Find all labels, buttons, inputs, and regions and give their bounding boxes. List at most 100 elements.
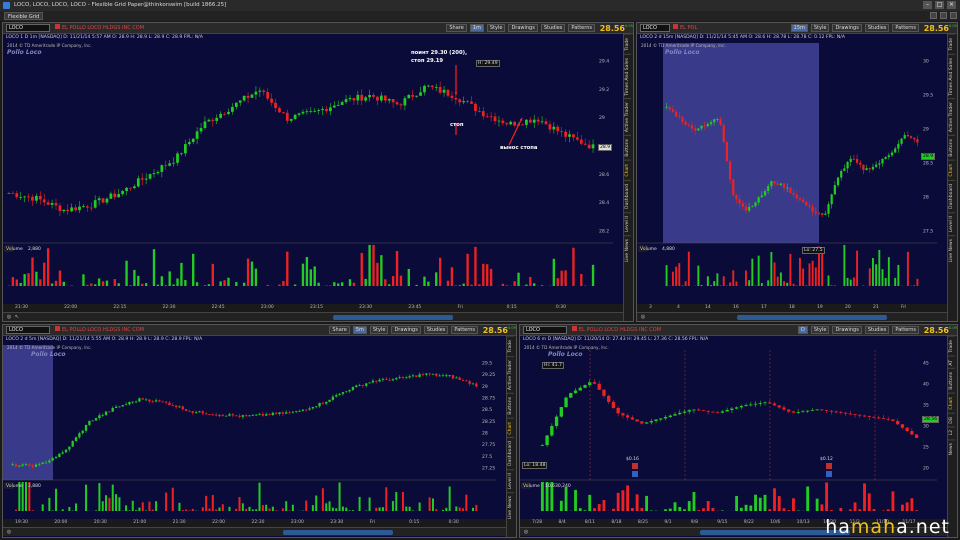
aggregation-selector[interactable]: D bbox=[798, 326, 808, 334]
minimize-button[interactable]: – bbox=[923, 1, 932, 9]
volume-bar bbox=[265, 504, 268, 511]
zoom-icon[interactable]: ◎ bbox=[523, 529, 529, 535]
volume-bar bbox=[777, 496, 781, 511]
candle bbox=[168, 163, 172, 166]
side-tab-active-trader[interactable]: Active Trader bbox=[948, 98, 955, 136]
close-button[interactable]: × bbox=[947, 1, 956, 9]
side-tab-trade[interactable]: Trade bbox=[948, 336, 955, 356]
price-chart[interactable]: 45 40 35 30 25 20 Volume 10,630,240 $0.16 $0.12 bbox=[520, 345, 937, 513]
candle bbox=[308, 408, 311, 410]
symbol-input[interactable]: LOCO bbox=[523, 326, 567, 334]
patterns-button[interactable]: Patterns bbox=[451, 326, 478, 334]
side-tab-level-ii[interactable]: Level II bbox=[507, 469, 514, 493]
flexible-grid-button[interactable]: Flexible Grid bbox=[4, 12, 44, 20]
chart-scrollbar[interactable]: ◎ ↖ bbox=[3, 312, 623, 321]
symbol-input[interactable]: LOCO bbox=[640, 24, 670, 32]
candle bbox=[64, 449, 68, 453]
scroll-thumb[interactable] bbox=[737, 315, 887, 320]
settings-icon[interactable] bbox=[940, 12, 947, 19]
share-button[interactable]: Share bbox=[329, 326, 350, 334]
side-tab-db[interactable]: DB bbox=[948, 412, 955, 427]
drawings-button[interactable]: Drawings bbox=[391, 326, 421, 334]
side-tab-trade[interactable]: Trade bbox=[507, 336, 514, 356]
volume-bar bbox=[779, 272, 782, 286]
candle bbox=[821, 213, 824, 215]
side-tab-buttons[interactable]: Buttons bbox=[948, 368, 955, 393]
side-tab-live-news[interactable]: Live News bbox=[507, 492, 514, 523]
side-tab-times-and-sales[interactable]: Times And Sales bbox=[948, 53, 955, 99]
patterns-button[interactable]: Patterns bbox=[892, 326, 919, 334]
patterns-button[interactable]: Patterns bbox=[568, 24, 595, 32]
side-tab-times-and-sales[interactable]: Times And Sales bbox=[624, 53, 631, 99]
side-tab-live-news[interactable]: Live News bbox=[948, 235, 955, 266]
volume-bar bbox=[286, 251, 289, 286]
side-tab-active-trader[interactable]: Active Trader bbox=[624, 98, 631, 136]
drawings-button[interactable]: Drawings bbox=[832, 326, 862, 334]
zoom-icon[interactable]: ◎ bbox=[640, 314, 646, 320]
volume-bar bbox=[415, 284, 418, 286]
volume-bar bbox=[192, 253, 195, 286]
y-tick-label: 28.25 bbox=[482, 419, 495, 425]
patterns-button[interactable]: Patterns bbox=[892, 24, 919, 32]
cursor-icon[interactable]: ↖ bbox=[14, 314, 20, 320]
side-tab-level-ii[interactable]: Level II bbox=[624, 211, 631, 236]
chart-scrollbar[interactable]: ◎ bbox=[637, 312, 947, 321]
side-tab-chart[interactable]: Chart bbox=[948, 392, 955, 413]
candle bbox=[288, 412, 291, 414]
volume-bar bbox=[238, 497, 241, 511]
scroll-thumb[interactable] bbox=[333, 315, 453, 320]
side-tab-dashboard[interactable]: Dashboard bbox=[948, 179, 955, 212]
volume-bar bbox=[552, 258, 556, 286]
drawings-button[interactable]: Drawings bbox=[832, 24, 862, 32]
side-tab-news[interactable]: News bbox=[948, 438, 955, 459]
side-tab-trade[interactable]: Trade bbox=[948, 34, 955, 54]
maximize-button[interactable]: □ bbox=[935, 1, 944, 9]
volume-bar bbox=[328, 501, 331, 511]
style-button[interactable]: Style bbox=[369, 326, 389, 334]
price-chart[interactable]: 30 29.5 29 28.5 28 27.5 Volume 4,880 bbox=[637, 43, 937, 288]
side-tab-buttons[interactable]: Buttons bbox=[948, 135, 955, 161]
side-tab-active-trader[interactable]: Active Trader bbox=[507, 355, 514, 393]
side-tab-buttons[interactable]: Buttons bbox=[624, 135, 631, 161]
style-button[interactable]: Style bbox=[810, 326, 830, 334]
symbol-input[interactable]: LOCO bbox=[6, 24, 50, 32]
style-button[interactable]: Style bbox=[486, 24, 506, 32]
zoom-icon[interactable]: ◎ bbox=[6, 314, 12, 320]
symbol-input[interactable]: LOCO bbox=[6, 326, 50, 334]
price-chart[interactable]: 29.429.22928.828.628.428.2Volume2,880 bbox=[3, 43, 613, 288]
style-button[interactable]: Style bbox=[810, 24, 830, 32]
side-tab-chart[interactable]: Chart bbox=[948, 160, 955, 180]
candle bbox=[261, 413, 265, 416]
candle bbox=[108, 411, 111, 413]
side-tab-buttons[interactable]: Buttons bbox=[507, 392, 514, 418]
side-tab-at[interactable]: AT bbox=[948, 355, 955, 369]
price-chart[interactable]: 29.5 29.25 29 28.75 28.5 28.25 28 27.75 27.5 27.2… bbox=[3, 345, 496, 513]
aggregation-selector[interactable]: 5m bbox=[352, 326, 367, 334]
volume-bar bbox=[700, 284, 703, 286]
volume-bar bbox=[897, 264, 900, 286]
volume-value: 2,880 bbox=[28, 246, 41, 252]
studies-button[interactable]: Studies bbox=[864, 326, 890, 334]
layout-icon[interactable] bbox=[930, 12, 937, 19]
side-tab-dashboard[interactable]: Dashboard bbox=[624, 179, 631, 212]
side-tab-dashboard[interactable]: Dashboard bbox=[507, 437, 514, 470]
studies-button[interactable]: Studies bbox=[423, 326, 449, 334]
volume-bar bbox=[152, 249, 156, 286]
scroll-thumb[interactable] bbox=[283, 530, 393, 535]
side-tab-level-ii[interactable]: Level II bbox=[948, 211, 955, 236]
aggregation-selector[interactable]: 1m bbox=[469, 24, 484, 32]
share-button[interactable]: Share bbox=[446, 24, 467, 32]
side-tab-l2[interactable]: L2 bbox=[948, 426, 955, 439]
side-tab-live-news[interactable]: Live News bbox=[624, 235, 631, 266]
studies-button[interactable]: Studies bbox=[540, 24, 566, 32]
side-tab-chart[interactable]: Chart bbox=[507, 417, 514, 438]
link-icon[interactable] bbox=[950, 12, 957, 19]
side-tab-chart[interactable]: Chart bbox=[624, 160, 631, 180]
chart-scrollbar[interactable]: ◎ bbox=[3, 527, 506, 536]
drawings-button[interactable]: Drawings bbox=[508, 24, 538, 32]
aggregation-selector[interactable]: 15m bbox=[790, 24, 808, 32]
volume-bar bbox=[814, 267, 817, 286]
studies-button[interactable]: Studies bbox=[864, 24, 890, 32]
zoom-icon[interactable]: ◎ bbox=[6, 529, 12, 535]
side-tab-trade[interactable]: Trade bbox=[624, 34, 631, 54]
